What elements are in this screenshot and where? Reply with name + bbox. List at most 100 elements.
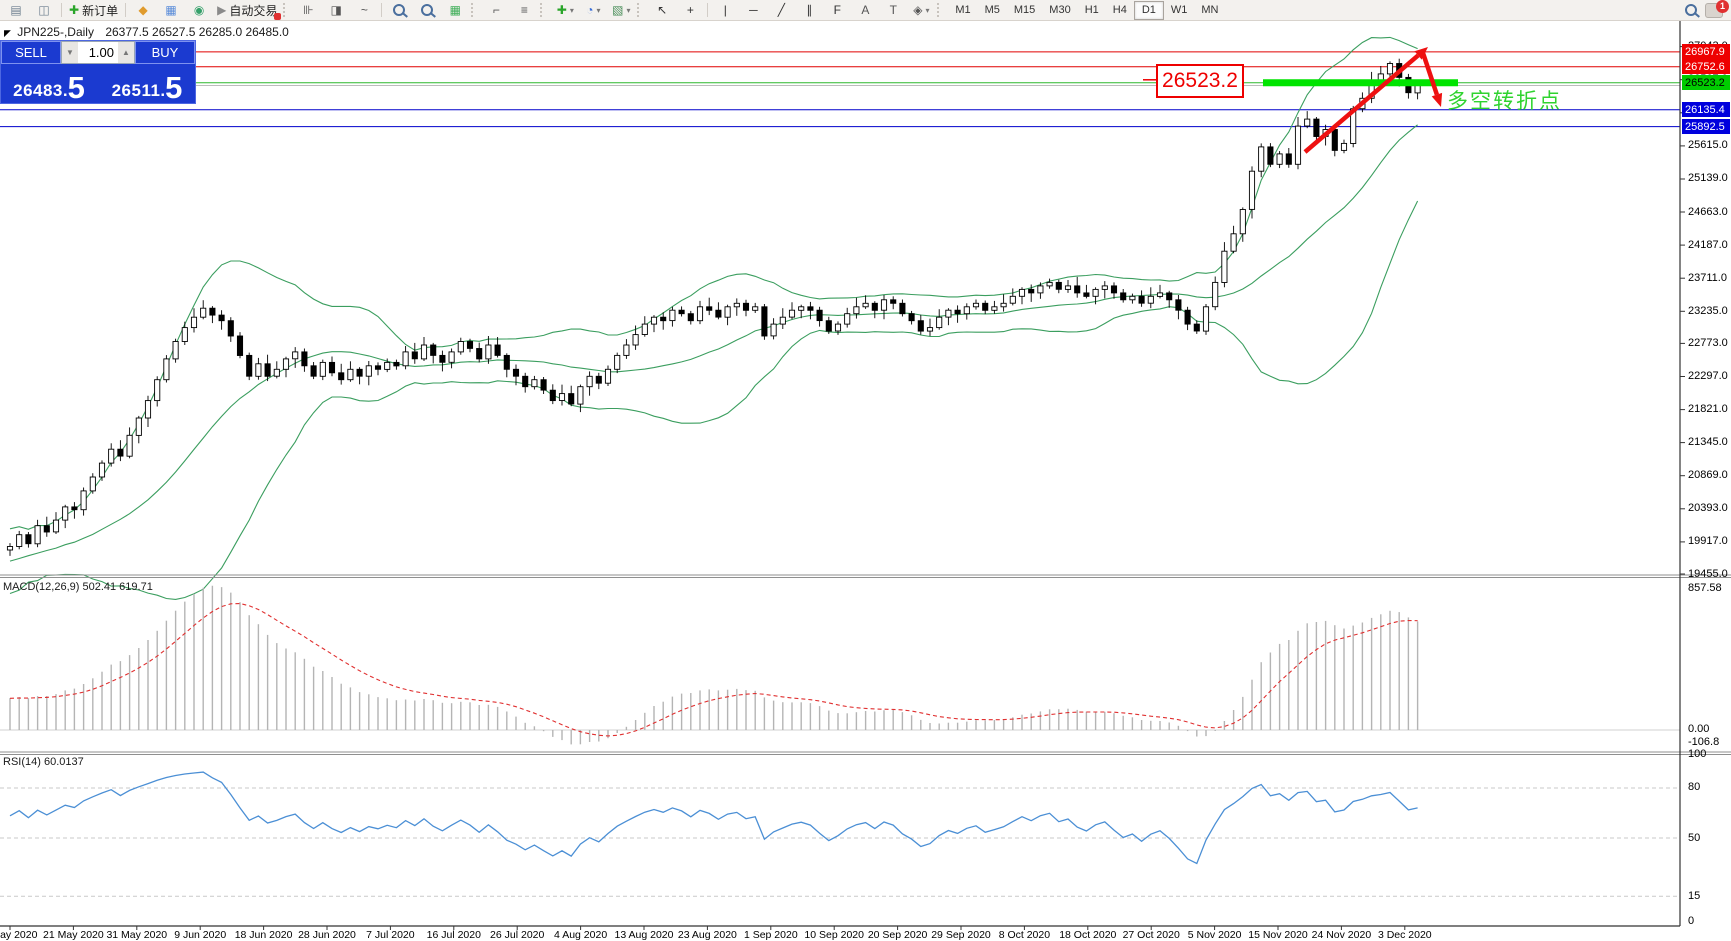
new-order-icon: ✚ — [69, 3, 80, 17]
volume-down-icon[interactable]: ▼ — [62, 42, 78, 63]
text-label-button[interactable]: T — [879, 0, 907, 20]
price-level-tag[interactable]: 26523.2 — [1156, 64, 1244, 98]
autotrading-label: 自动交易 — [229, 3, 278, 18]
sell-button[interactable]: SELL — [1, 41, 61, 64]
trendline-button[interactable]: ╱ — [767, 0, 795, 20]
chevron-down-icon: ▾ — [626, 5, 631, 15]
add-indicator-button[interactable]: ✚ ▾ — [551, 0, 579, 20]
toolbar-separator — [61, 3, 62, 17]
buy-button[interactable]: BUY — [135, 41, 195, 64]
alerts-button[interactable]: ◆ — [129, 0, 157, 20]
toolbar-grip — [637, 3, 644, 17]
turning-point-annotation[interactable]: 多空转折点 — [1447, 85, 1562, 115]
buy-price-button[interactable]: 26511. 5 — [99, 64, 195, 103]
timeframe-m5-button[interactable]: M5 — [978, 2, 1007, 19]
shapes-icon: ◈ — [913, 3, 923, 17]
chart-canvas[interactable] — [0, 0, 1731, 941]
buy-price-main: 26511 — [111, 81, 161, 100]
buy-price-frac: 5 — [165, 69, 183, 105]
chart-title: ◤ JPN225-,Daily 26377.5 26527.5 26285.0 … — [4, 25, 289, 39]
profiles-icon: ◫ — [38, 3, 50, 17]
signals-icon: ◉ — [193, 3, 205, 17]
text-label-icon: T — [889, 3, 897, 17]
mailbox-icon: ▦ — [165, 3, 177, 17]
search-icon[interactable] — [1685, 4, 1697, 16]
zoom-out-icon — [421, 4, 434, 16]
text-icon: A — [861, 3, 870, 17]
line-chart-button[interactable]: ~ — [350, 0, 378, 20]
timeframe-h4-button[interactable]: H4 — [1106, 2, 1134, 19]
horizontal-line-button[interactable]: ─ — [739, 0, 767, 20]
timeframe-m15-button[interactable]: M15 — [1007, 2, 1042, 19]
crosshair-button[interactable]: + — [676, 0, 704, 20]
zoom-out-button[interactable] — [413, 0, 441, 20]
timeframe-d1-button[interactable]: D1 — [1133, 0, 1164, 20]
sell-price-main: 26483 — [13, 81, 63, 100]
bar-chart-button[interactable]: ⊪ — [294, 0, 322, 20]
timeframe-m1-button[interactable]: M1 — [948, 2, 977, 19]
toolbar-grip — [937, 3, 944, 17]
volume-value[interactable]: 1.00 — [78, 42, 118, 63]
timeframe-m30-button[interactable]: M30 — [1042, 2, 1077, 19]
chevron-down-icon: ▾ — [596, 5, 601, 15]
one-click-trading-panel: SELL ▼ 1.00 ▲ BUY 26483. 5 26511. 5 — [0, 40, 196, 104]
chevron-down-icon: ▾ — [925, 5, 930, 15]
new-chart-icon: ▤ — [10, 3, 22, 17]
tile-windows-button[interactable]: ▦ — [441, 0, 469, 20]
ohlc-readout: 26377.5 26527.5 26285.0 26485.0 — [105, 25, 289, 39]
timeframe-w1-button[interactable]: W1 — [1164, 2, 1195, 19]
toolbar-grip — [283, 3, 290, 17]
zoom-in-button[interactable] — [385, 0, 413, 20]
indicator-window-icon: ⌐ — [492, 3, 500, 17]
volume-up-icon[interactable]: ▲ — [118, 42, 134, 63]
toolbar-grip — [471, 3, 478, 17]
vertical-line-button[interactable]: | — [711, 0, 739, 20]
mailbox-button[interactable]: ▦ — [157, 0, 185, 20]
templates-button[interactable]: ▧ ▾ — [607, 0, 635, 20]
trendline-icon: ╱ — [777, 3, 785, 17]
candlestick-chart-icon: ◨ — [330, 3, 342, 17]
horizontal-line-icon: ─ — [749, 3, 758, 17]
bar-chart-icon: ⊪ — [303, 3, 314, 17]
add-indicator-icon: ✚ — [556, 3, 567, 17]
toolbar-grip — [540, 3, 547, 17]
cursor-icon: ↖ — [657, 3, 668, 17]
fibonacci-icon: F — [833, 3, 841, 17]
chevron-down-icon: ▾ — [569, 5, 574, 15]
symbol-period-label: JPN225-,Daily — [17, 25, 94, 39]
autotrading-icon: ▶ — [217, 3, 227, 17]
notifications-icon[interactable]: 1 — [1705, 0, 1729, 18]
toolbar-separator — [381, 3, 383, 17]
new-order-button[interactable]: ✚ 新订单 — [65, 0, 122, 20]
indicator-list-button[interactable]: ≡ — [510, 0, 538, 20]
indicator-window-button[interactable]: ⌐ — [482, 0, 510, 20]
signals-button[interactable]: ◉ — [185, 0, 213, 20]
templates-icon: ▧ — [612, 3, 624, 17]
profiles-button[interactable]: ◫ — [30, 0, 58, 20]
main-toolbar: ▤ ◫ ✚ 新订单 ◆ ▦ ◉ ▶ 自动交易 ⊪ ◨ ~ ▦ ⌐ ≡ ✚ ▾ ◔ ▾ ▧ ▾ ↖ + | ─ ╱ ∥ F A T ◈ ▾ M1 M… — [0, 0, 1731, 21]
collapse-arrow-icon[interactable]: ◤ — [4, 28, 11, 38]
shapes-button[interactable]: ◈ ▾ — [907, 0, 935, 20]
timeframe-h1-button[interactable]: H1 — [1078, 2, 1106, 19]
autotrading-stop-badge — [274, 13, 282, 20]
new-order-label: 新订单 — [82, 3, 119, 18]
sell-price-button[interactable]: 26483. 5 — [1, 64, 97, 103]
channel-button[interactable]: ∥ — [795, 0, 823, 20]
candlestick-chart-button[interactable]: ◨ — [322, 0, 350, 20]
toolbar-separator — [707, 3, 709, 17]
cursor-button[interactable]: ↖ — [648, 0, 676, 20]
fibonacci-button[interactable]: F — [823, 0, 851, 20]
new-chart-button[interactable]: ▤ — [2, 0, 30, 20]
vertical-line-icon: | — [723, 3, 727, 17]
period-clock-button[interactable]: ◔ ▾ — [579, 0, 607, 20]
timeframe-mn-button[interactable]: MN — [1194, 2, 1225, 19]
crosshair-icon: + — [686, 3, 694, 17]
text-button[interactable]: A — [851, 0, 879, 20]
zoom-in-icon — [393, 4, 406, 16]
rsi-indicator-label: RSI(14) 60.0137 — [3, 756, 84, 768]
alerts-icon: ◆ — [138, 3, 148, 17]
line-chart-icon: ~ — [360, 3, 368, 17]
volume-stepper[interactable]: ▼ 1.00 ▲ — [61, 41, 135, 64]
autotrading-button[interactable]: ▶ 自动交易 — [213, 0, 282, 20]
notification-badge: 1 — [1716, 0, 1729, 13]
